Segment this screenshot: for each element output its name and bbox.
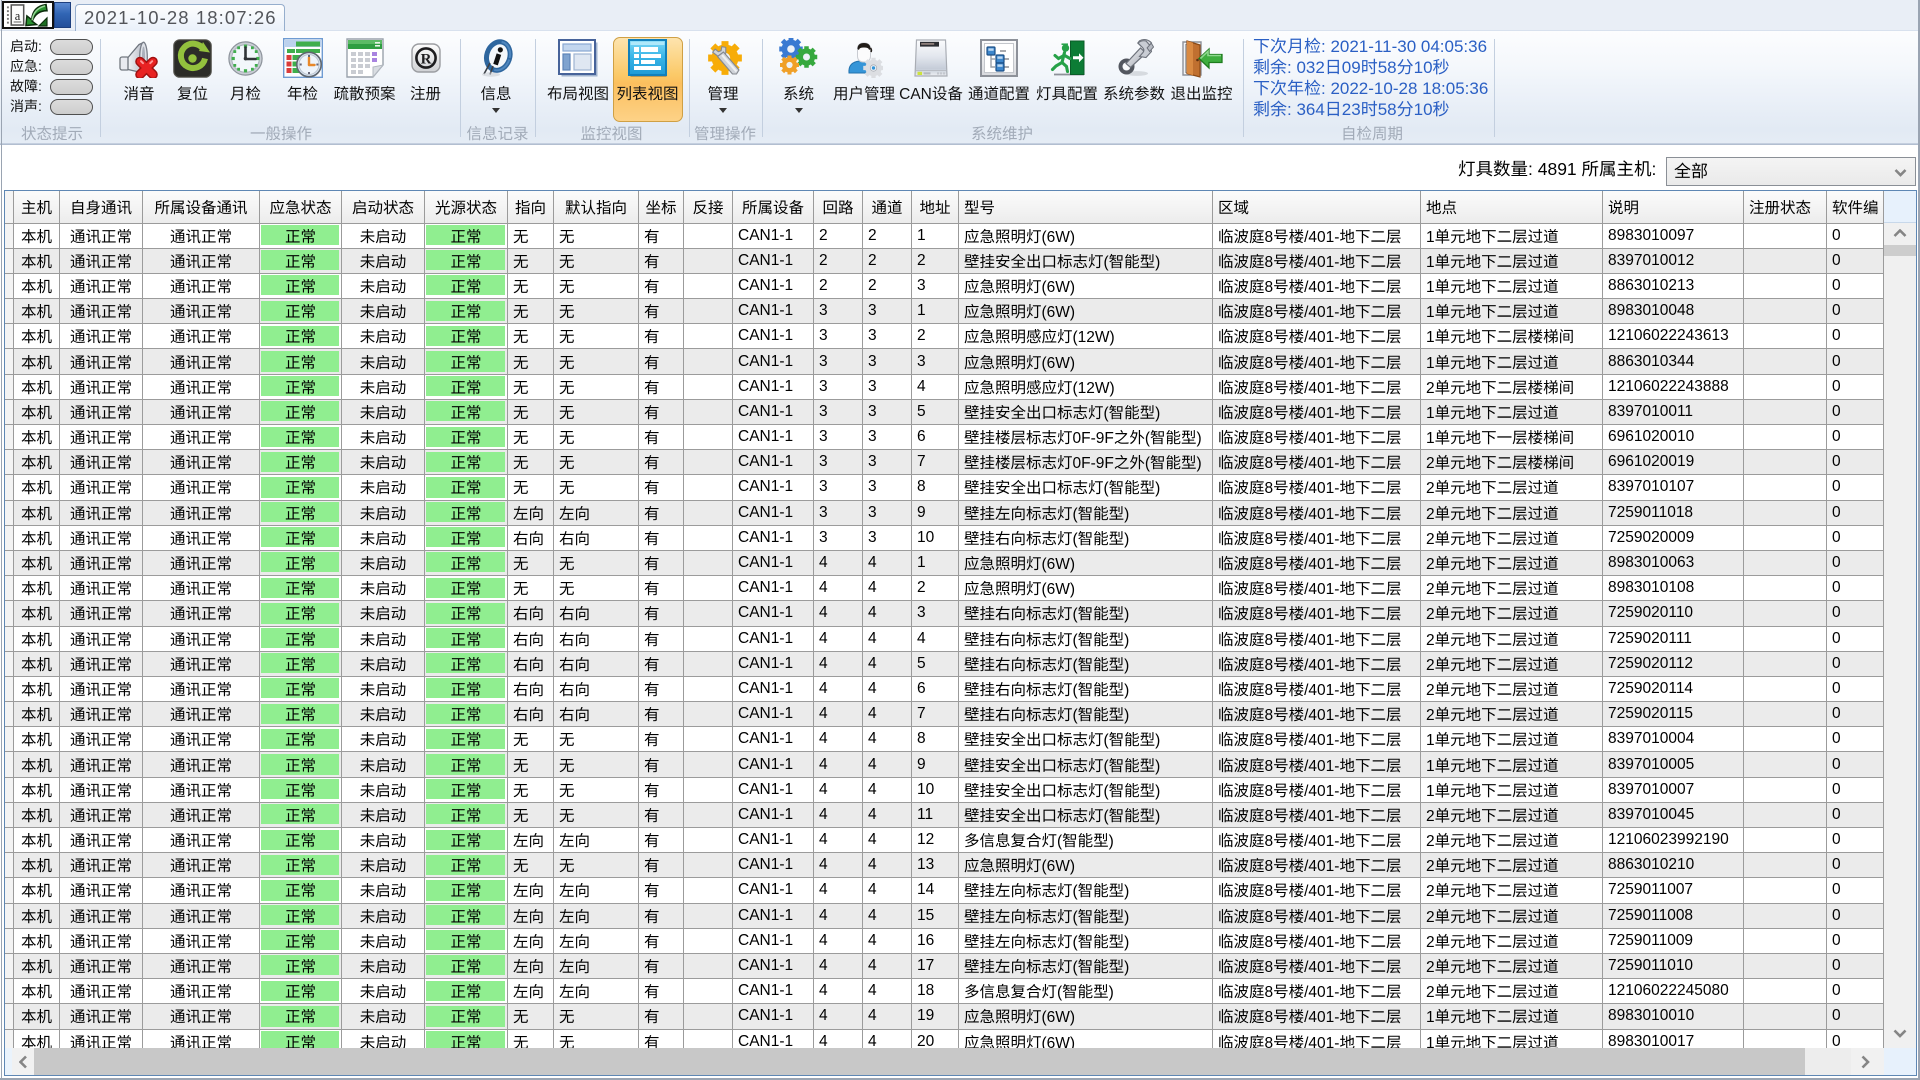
svg-text:a: a [15, 9, 21, 23]
svg-text:R: R [420, 52, 431, 68]
